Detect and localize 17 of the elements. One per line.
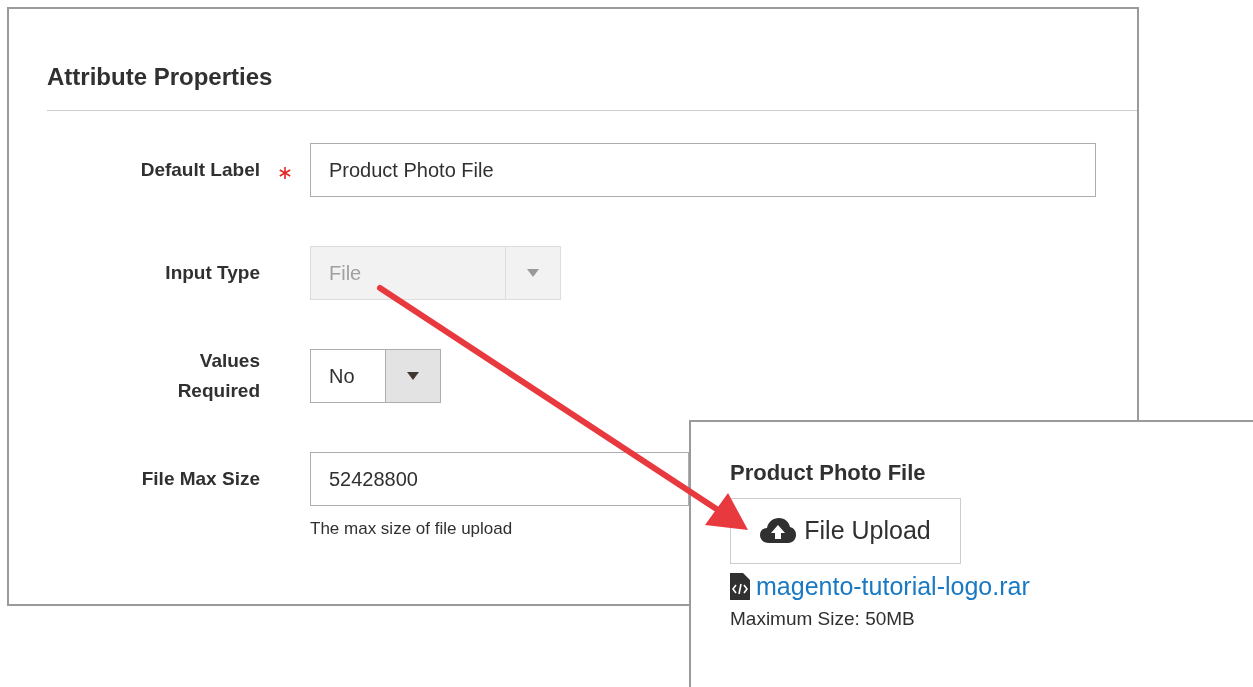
code-file-icon [730, 572, 750, 600]
max-size-text: Maximum Size: 50MB [730, 607, 915, 631]
section-title: Attribute Properties [47, 62, 273, 92]
field-label: Default Label [140, 158, 260, 182]
text-field[interactable]: 52428800 [310, 452, 689, 506]
field-label: Input Type [165, 261, 260, 285]
text-field[interactable]: Product Photo File [310, 143, 1096, 197]
attribute-title: Product Photo File [730, 459, 926, 487]
field-label: File Max Size [141, 467, 260, 491]
file-upload-button[interactable]: File Upload [730, 498, 961, 564]
dropdown[interactable]: No [310, 349, 441, 403]
caret-icon [407, 372, 419, 380]
field-label: Values Required [176, 349, 260, 403]
help-text: The max size of file upload [310, 518, 513, 540]
file-link[interactable]: magento-tutorial-logo.rar [756, 570, 1030, 602]
cloud-upload-icon [760, 518, 797, 544]
caret-icon [527, 269, 539, 277]
